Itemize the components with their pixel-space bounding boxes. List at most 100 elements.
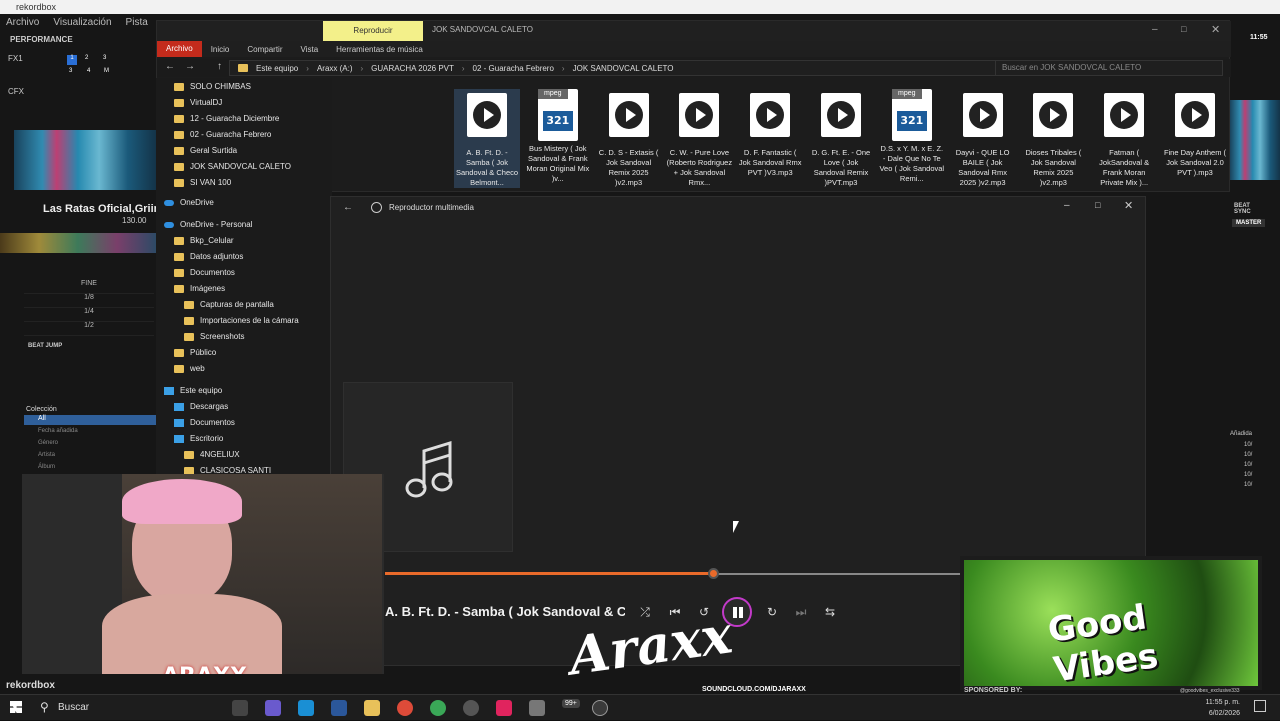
file-explorer-icon[interactable] [364,700,380,716]
nav-item[interactable]: Geral Surtida [174,144,237,158]
file-item[interactable]: mpeg 321 Bus Mistery ( Jok Sandoval & Fran… [525,89,591,184]
file-item[interactable]: Dioses Tribales ( Jok Sandoval Remix 202… [1020,89,1086,188]
ribbon-archivo[interactable]: Archivo [157,41,202,57]
menu-visualizacion[interactable]: Visualización [53,14,111,32]
collection-label[interactable]: Colección [26,406,57,413]
edge-icon[interactable] [298,700,314,716]
nav-item[interactable]: Imágenes [174,282,225,296]
crumb[interactable]: 02 - Guaracha Febrero [473,64,554,73]
file-item[interactable]: D. F. Fantastic ( Jok Sandoval Rmx PVT )… [737,89,803,188]
nav-item[interactable]: Público [174,346,216,360]
back-icon[interactable]: ← [343,202,353,213]
close-icon[interactable]: ✕ [1124,199,1133,212]
file-item[interactable]: A. B. Ft. D. - Samba ( Jok Sandoval & Ch… [454,89,520,188]
crumb[interactable]: Este equipo [256,64,298,73]
nav-item[interactable]: VirtualDJ [174,96,222,110]
system-clock[interactable]: 11:55 p. m. 6/02/2026 [1200,697,1240,719]
nav-item[interactable]: Documentos [174,266,235,280]
ribbon-herramientas[interactable]: Herramientas de música [327,45,432,54]
nav-item[interactable]: JOK SANDOVCAL CALETO [174,160,291,174]
beat-jump-button[interactable]: BEAT JUMP [28,343,62,349]
up-icon[interactable]: ↑ [217,61,222,72]
notifications-icon[interactable] [1254,700,1266,712]
master-button[interactable]: MASTER [1232,219,1266,227]
beat-sync-button[interactable]: BEAT SYNC [1234,203,1264,215]
next-icon[interactable]: ⏭ [793,604,809,620]
chrome-profile-icon[interactable] [430,700,446,716]
crumb[interactable]: Araxx (A:) [317,64,353,73]
ribbon-compartir[interactable]: Compartir [238,45,291,54]
minimize-icon[interactable]: – [1064,200,1070,211]
file-item[interactable]: Dayvi - QUE LO BAILE ( Jok Sandoval Rmx … [950,89,1016,188]
crumb[interactable]: GUARACHA 2026 PVT [371,64,454,73]
close-icon[interactable]: ✕ [1211,23,1220,36]
seek-bar-handle[interactable] [707,568,719,579]
mode-select[interactable]: PERFORMANCE [10,35,73,44]
file-item[interactable]: mpeg 321 D.S. x Y. M. x E. Z. - Dale Que N… [879,89,945,184]
nav-item[interactable]: 12 - Guaracha Diciembre [174,112,279,126]
fx-num-3[interactable]: 3 [103,55,106,61]
file-item[interactable]: D. G. Ft. E. - One Love ( Jok Sandoval R… [808,89,874,188]
tab-reproducir[interactable]: Reproducir [323,21,423,41]
nav-item[interactable]: Bkp_Celular [174,234,234,248]
file-item[interactable]: Fatman ( JokSandoval & Frank Moran Priva… [1091,89,1157,188]
ribbon-vista[interactable]: Vista [292,45,328,54]
windows-start-icon[interactable] [10,701,22,713]
fx-num-2[interactable]: 2 [85,55,88,61]
beat-1-2[interactable]: 1/2 [24,322,154,336]
nav-item[interactable]: OneDrive - Personal [164,218,252,232]
nav-item[interactable]: Documentos [174,416,235,430]
maximize-icon[interactable]: □ [1181,24,1186,34]
nav-item[interactable]: Descargas [174,400,228,414]
store-icon[interactable] [331,700,347,716]
ribbon-inicio[interactable]: Inicio [202,45,239,54]
obs-icon[interactable] [463,700,479,716]
nav-item[interactable]: Datos adjuntos [174,250,243,264]
forward-icon[interactable]: → [185,61,195,72]
nav-item[interactable]: Escritorio [174,432,223,446]
waveform-left[interactable] [14,130,156,190]
media-player-taskbar-icon[interactable] [592,700,608,716]
fx-num-4[interactable]: 4 [87,68,90,74]
collection-all[interactable]: All [24,415,156,425]
waveform-right[interactable] [1230,100,1280,180]
fx-num-m[interactable]: M [104,68,109,74]
search-field[interactable]: Buscar en JOK SANDOVCAL CALETO [995,60,1223,76]
menu-archivo[interactable]: Archivo [6,14,39,32]
collection-album[interactable]: Álbum [38,464,55,470]
nav-item[interactable]: 4NGELIUX [184,448,240,462]
taskbar-search[interactable]: Buscar [30,695,200,721]
fx-num-1[interactable]: 1 [67,55,77,65]
overview-waveform[interactable] [0,233,156,253]
collection-date[interactable]: Fecha añadida [38,428,78,434]
collection-genre[interactable]: Género [38,440,58,446]
nav-item[interactable]: Capturas de pantalla [184,298,274,312]
app-icon[interactable] [529,700,545,716]
tiktok-icon[interactable] [496,700,512,716]
beat-fine[interactable]: FINE [24,280,154,294]
menu-pista[interactable]: Pista [126,14,148,32]
chrome-icon[interactable] [397,700,413,716]
repeat-icon[interactable]: ⇆ [822,604,838,620]
nav-item[interactable]: Este equipo [164,384,222,398]
crumb[interactable]: JOK SANDOVCAL CALETO [573,64,674,73]
file-item[interactable]: C. D. S - Extasis ( Jok Sandoval Remix 2… [596,89,662,188]
beat-1-4[interactable]: 1/4 [24,308,154,322]
maximize-icon[interactable]: □ [1095,200,1100,210]
file-item[interactable]: C. W. - Pure Love (Roberto Rodriguez + J… [666,89,732,188]
nav-item[interactable]: SOLO CHIMBAS [174,80,251,94]
minimize-icon[interactable]: – [1152,24,1158,35]
nav-item[interactable]: Screenshots [184,330,244,344]
copilot-icon[interactable] [265,700,281,716]
back-icon[interactable]: ← [165,61,175,72]
nav-item[interactable]: web [174,362,205,376]
nav-item[interactable]: SI VAN 100 [174,176,231,190]
task-view-icon[interactable] [232,700,248,716]
nav-item[interactable]: 02 - Guaracha Febrero [174,128,271,142]
nav-item[interactable]: Importaciones de la cámara [184,314,299,328]
beat-1-8[interactable]: 1/8 [24,294,154,308]
fx-num-3b[interactable]: 3 [69,68,72,74]
collection-artist[interactable]: Artista [38,452,55,458]
breadcrumb[interactable]: Este equipo › Araxx (A:) › GUARACHA 2026 P… [229,60,1067,76]
nav-item[interactable]: OneDrive [164,196,214,210]
